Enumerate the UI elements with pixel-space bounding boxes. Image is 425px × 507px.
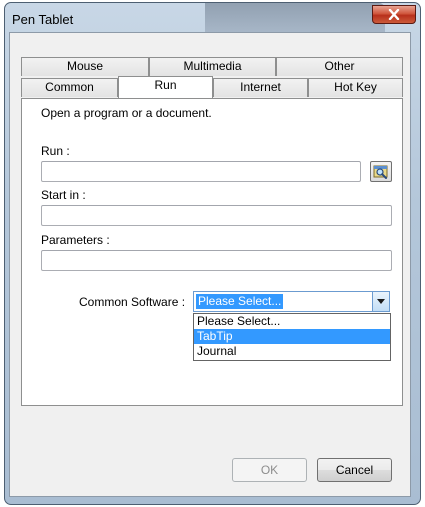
cancel-button[interactable]: Cancel: [317, 458, 392, 482]
common-software-label: Common Software :: [79, 295, 186, 309]
tab-run[interactable]: Run: [118, 76, 213, 98]
parameters-input[interactable]: [41, 250, 392, 271]
tab-hot-key[interactable]: Hot Key: [308, 78, 403, 97]
tab-other[interactable]: Other: [276, 57, 403, 76]
common-software-selected: Please Select...: [196, 294, 284, 309]
close-button[interactable]: [372, 5, 416, 24]
titlebar-shade: [205, 3, 385, 33]
common-software-select[interactable]: Please Select...: [193, 291, 390, 312]
description-text: Open a program or a document.: [41, 106, 212, 120]
run-label: Run :: [41, 144, 70, 158]
window-title: Pen Tablet: [12, 12, 74, 27]
close-icon: [388, 9, 400, 20]
run-input[interactable]: [41, 161, 361, 182]
ok-button[interactable]: OK: [232, 458, 307, 482]
option-please-select[interactable]: Please Select...: [194, 314, 390, 329]
chevron-down-icon: [377, 299, 385, 304]
common-software-dropdown-list: Please Select... TabTip Journal: [193, 313, 391, 361]
tab-multimedia[interactable]: Multimedia: [149, 57, 276, 76]
dropdown-arrow-button[interactable]: [372, 292, 389, 311]
start-in-label: Start in :: [41, 188, 86, 202]
tab-internet[interactable]: Internet: [213, 78, 308, 97]
option-journal[interactable]: Journal: [194, 344, 390, 359]
tab-mouse[interactable]: Mouse: [21, 57, 149, 76]
option-tabtip[interactable]: TabTip: [194, 329, 390, 344]
tab-common[interactable]: Common: [21, 78, 118, 97]
parameters-label: Parameters :: [41, 233, 110, 247]
browse-button[interactable]: [370, 161, 392, 182]
start-in-input[interactable]: [41, 205, 392, 226]
browse-icon: [373, 165, 388, 179]
